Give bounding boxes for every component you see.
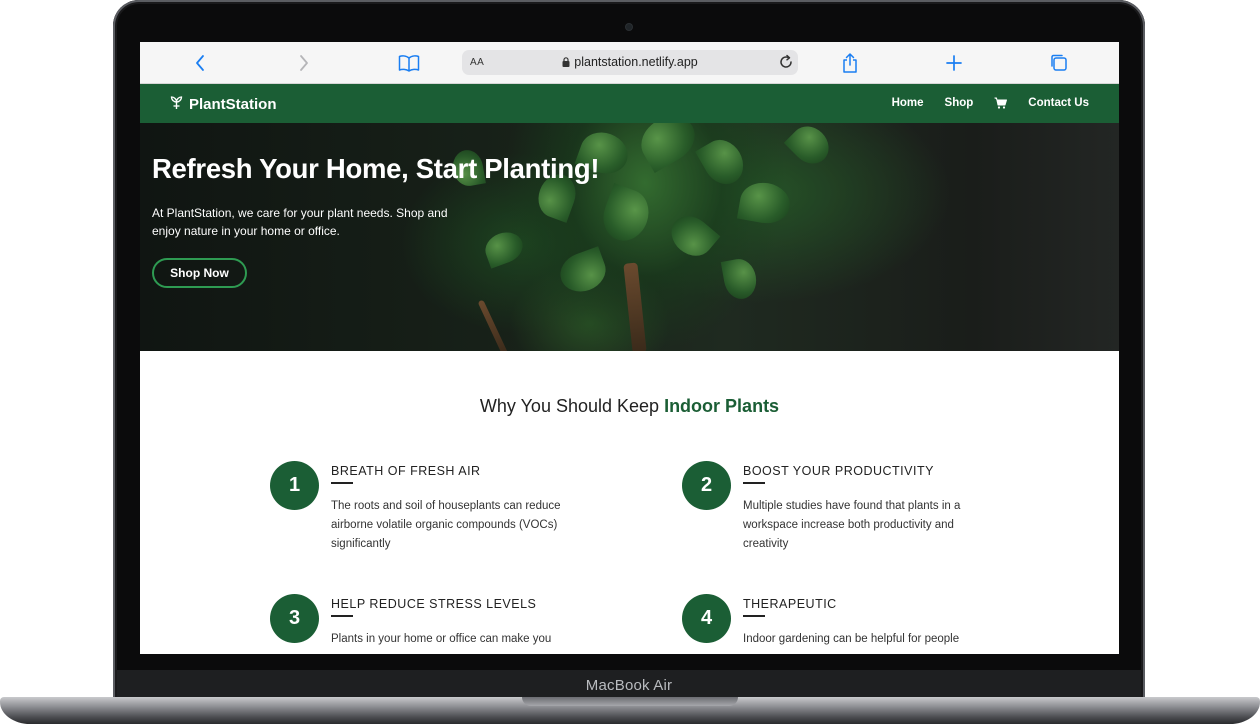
device-label: MacBook Air — [585, 677, 673, 694]
benefit-divider — [331, 482, 353, 484]
benefits-heading-accent: Indoor Plants — [664, 396, 780, 416]
benefit-text: Indoor gardening can be helpful for peop… — [743, 633, 960, 645]
browser-toolbar: AA plantstation.netlify.app — [140, 42, 1119, 84]
bookmarks-icon[interactable] — [397, 51, 421, 75]
leaf — [720, 256, 760, 302]
browser-screen: AA plantstation.netlify.app PlantStation… — [140, 42, 1119, 654]
camera — [626, 24, 632, 30]
benefit-number: 1 — [270, 461, 319, 510]
hero-title: Refresh Your Home, Start Planting! — [152, 153, 600, 184]
benefit-divider — [743, 482, 765, 484]
nav-home[interactable]: Home — [892, 97, 924, 109]
lock-icon — [562, 56, 570, 70]
benefit-title: THERAPEUTIC — [743, 597, 837, 611]
leaf — [783, 123, 837, 172]
cart-icon[interactable] — [994, 97, 1008, 109]
leaf — [695, 132, 751, 192]
benefit-divider — [743, 615, 765, 617]
tabs-icon[interactable] — [1047, 51, 1071, 75]
benefit-number: 2 — [682, 461, 731, 510]
benefit-text: Plants in your home or office can make y… — [331, 633, 552, 645]
laptop-chin: MacBook Air — [117, 670, 1141, 700]
brand-logo[interactable]: PlantStation — [170, 95, 277, 114]
benefits-heading: Why You Should Keep Indoor Plants — [140, 396, 1119, 417]
hero-description: At PlantStation, we care for your plant … — [152, 206, 448, 238]
back-icon[interactable] — [188, 51, 212, 75]
benefit-text: Multiple studies have found that plants … — [743, 500, 961, 550]
benefit-title: BOOST YOUR PRODUCTIVITY — [743, 464, 934, 478]
url-text: plantstation.netlify.app — [574, 55, 698, 69]
benefit-item: 1 BREATH OF FRESH AIR The roots and soil… — [270, 461, 570, 581]
benefit-item: 3 HELP REDUCE STRESS LEVELS Plants in yo… — [270, 594, 570, 654]
leaf — [663, 208, 721, 264]
new-tab-icon[interactable] — [942, 51, 966, 75]
benefit-title: BREATH OF FRESH AIR — [331, 464, 481, 478]
plant-stem — [623, 262, 647, 351]
address-bar[interactable]: AA plantstation.netlify.app — [462, 50, 798, 75]
leaf — [481, 227, 527, 269]
nav-contact[interactable]: Contact Us — [1028, 97, 1089, 109]
brand-name: PlantStation — [189, 96, 277, 113]
benefits-heading-prefix: Why You Should Keep — [479, 396, 660, 416]
leaf — [596, 183, 656, 247]
leaf — [736, 178, 794, 228]
shop-now-button[interactable]: Shop Now — [152, 258, 247, 288]
site-navbar: PlantStation Home Shop Contact Us — [140, 84, 1119, 123]
plant-branch — [477, 299, 509, 351]
benefit-number: 3 — [270, 594, 319, 643]
laptop-notch — [522, 697, 738, 706]
nav-shop[interactable]: Shop — [945, 97, 974, 109]
plant-logo-icon — [170, 95, 189, 114]
benefit-text: The roots and soil of houseplants can re… — [331, 500, 561, 550]
reload-icon[interactable] — [778, 54, 794, 75]
nav-links: Home Shop Contact Us — [871, 97, 1089, 109]
share-icon[interactable] — [838, 51, 862, 75]
benefit-number: 4 — [682, 594, 731, 643]
leaf — [554, 246, 612, 298]
benefit-item: 4 THERAPEUTIC Indoor gardening can be he… — [682, 594, 982, 654]
leaf — [632, 123, 704, 174]
hero-banner: Refresh Your Home, Start Planting! At Pl… — [140, 123, 1119, 351]
benefit-title: HELP REDUCE STRESS LEVELS — [331, 597, 537, 611]
benefit-item: 2 BOOST YOUR PRODUCTIVITY Multiple studi… — [682, 461, 982, 581]
forward-icon[interactable] — [292, 51, 316, 75]
benefit-divider — [331, 615, 353, 617]
